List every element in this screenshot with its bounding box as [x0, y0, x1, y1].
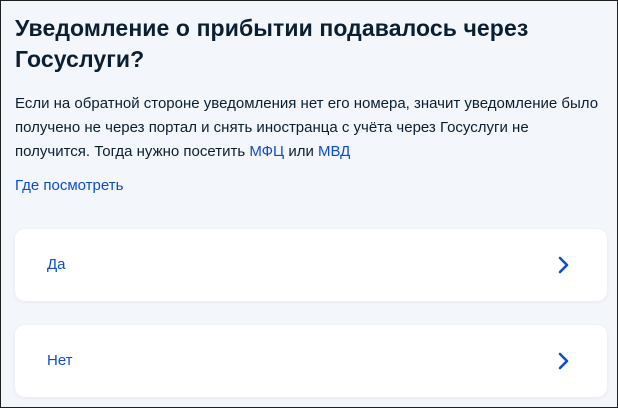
mvd-link[interactable]: МВД [318, 143, 350, 160]
option-no-card[interactable]: Нет [15, 325, 607, 397]
where-to-look-link[interactable]: Где посмотреть [15, 176, 123, 196]
description-connector: или [284, 143, 319, 160]
chevron-right-icon [558, 352, 569, 370]
option-yes-card[interactable]: Да [15, 229, 607, 301]
option-no-label: Нет [47, 352, 73, 369]
mfc-link[interactable]: МФЦ [249, 143, 284, 160]
description: Если на обратной стороне уведомления нет… [15, 92, 605, 164]
option-yes-label: Да [47, 256, 66, 273]
chevron-right-icon [558, 256, 569, 274]
page-title: Уведомление о прибытии подавалось через … [15, 15, 529, 72]
page-frame: Уведомление о прибытии подавалось через … [0, 0, 618, 408]
